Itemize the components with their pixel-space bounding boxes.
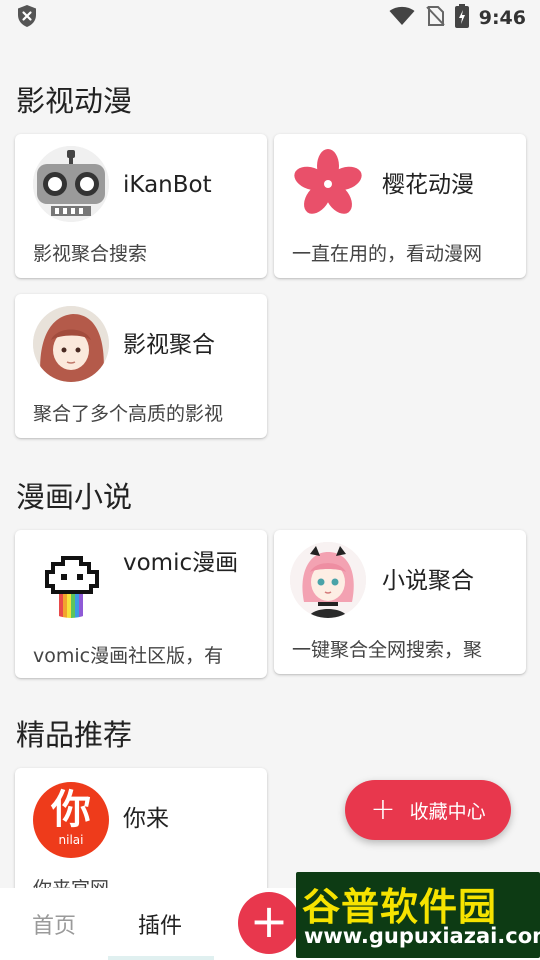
tab-plugins[interactable]: 插件	[138, 908, 182, 940]
plus-icon: +	[370, 792, 396, 827]
sakura-flower-avatar	[290, 146, 366, 222]
card-name: 小说聚合	[382, 568, 474, 594]
battery-charging-icon	[454, 4, 469, 32]
plugin-card-ikanbot[interactable]: iKanBot 影视聚合搜索	[15, 134, 267, 278]
card-desc: vomic漫画社区版，有	[33, 645, 224, 667]
watermark-url: www.gupuxiazai.com	[304, 924, 540, 948]
plugin-card-video-aggregate[interactable]: 影视聚合 聚合了多个高质的影视	[15, 294, 267, 438]
plugin-card-vomic[interactable]: vomic漫画 vomic漫画社区版，有	[15, 530, 267, 678]
watermark-title: 谷普软件园	[302, 885, 498, 929]
pink-hair-girl-avatar	[290, 542, 366, 618]
section-title-comic-novel: 漫画小说	[16, 480, 133, 514]
card-desc: 一键聚合全网搜索，聚	[292, 639, 483, 661]
tab-home[interactable]: 首页	[32, 908, 76, 940]
pixel-cloud-rainbow-avatar	[33, 542, 109, 618]
site-watermark: 谷普软件园 www.gupuxiazai.com	[296, 872, 540, 958]
card-desc: 聚合了多个高质的影视	[33, 403, 224, 425]
shield-x-icon	[16, 4, 38, 32]
wifi-icon	[389, 6, 415, 30]
collection-center-button[interactable]: + 收藏中心	[345, 780, 511, 840]
card-name: 樱花动漫	[382, 172, 474, 198]
card-name: vomic漫画	[123, 550, 239, 576]
section-title-featured: 精品推荐	[16, 718, 133, 752]
card-name: iKanBot	[123, 172, 212, 198]
anime-girl-avatar	[33, 306, 109, 382]
card-name: 影视聚合	[123, 332, 215, 358]
plus-icon: +	[249, 894, 289, 948]
card-desc: 影视聚合搜索	[33, 243, 148, 265]
collection-center-label: 收藏中心	[409, 800, 486, 823]
card-name: 你来	[123, 806, 169, 832]
status-bar: 9:46	[0, 0, 540, 36]
plugin-card-novel-aggregate[interactable]: 小说聚合 一键聚合全网搜索，聚	[274, 530, 526, 674]
active-tab-indicator	[108, 956, 214, 960]
card-desc: 一直在用的，看动漫网	[292, 243, 483, 265]
clock: 9:46	[478, 7, 526, 29]
section-title-video-anime: 影视动漫	[16, 84, 133, 118]
no-sim-icon	[425, 5, 445, 31]
add-plugin-button[interactable]: +	[238, 892, 300, 954]
plugin-card-sakura-anime[interactable]: 樱花动漫 一直在用的，看动漫网	[274, 134, 526, 278]
robot-avatar	[33, 146, 109, 222]
nilai-logo: 你 nilai	[33, 782, 109, 858]
